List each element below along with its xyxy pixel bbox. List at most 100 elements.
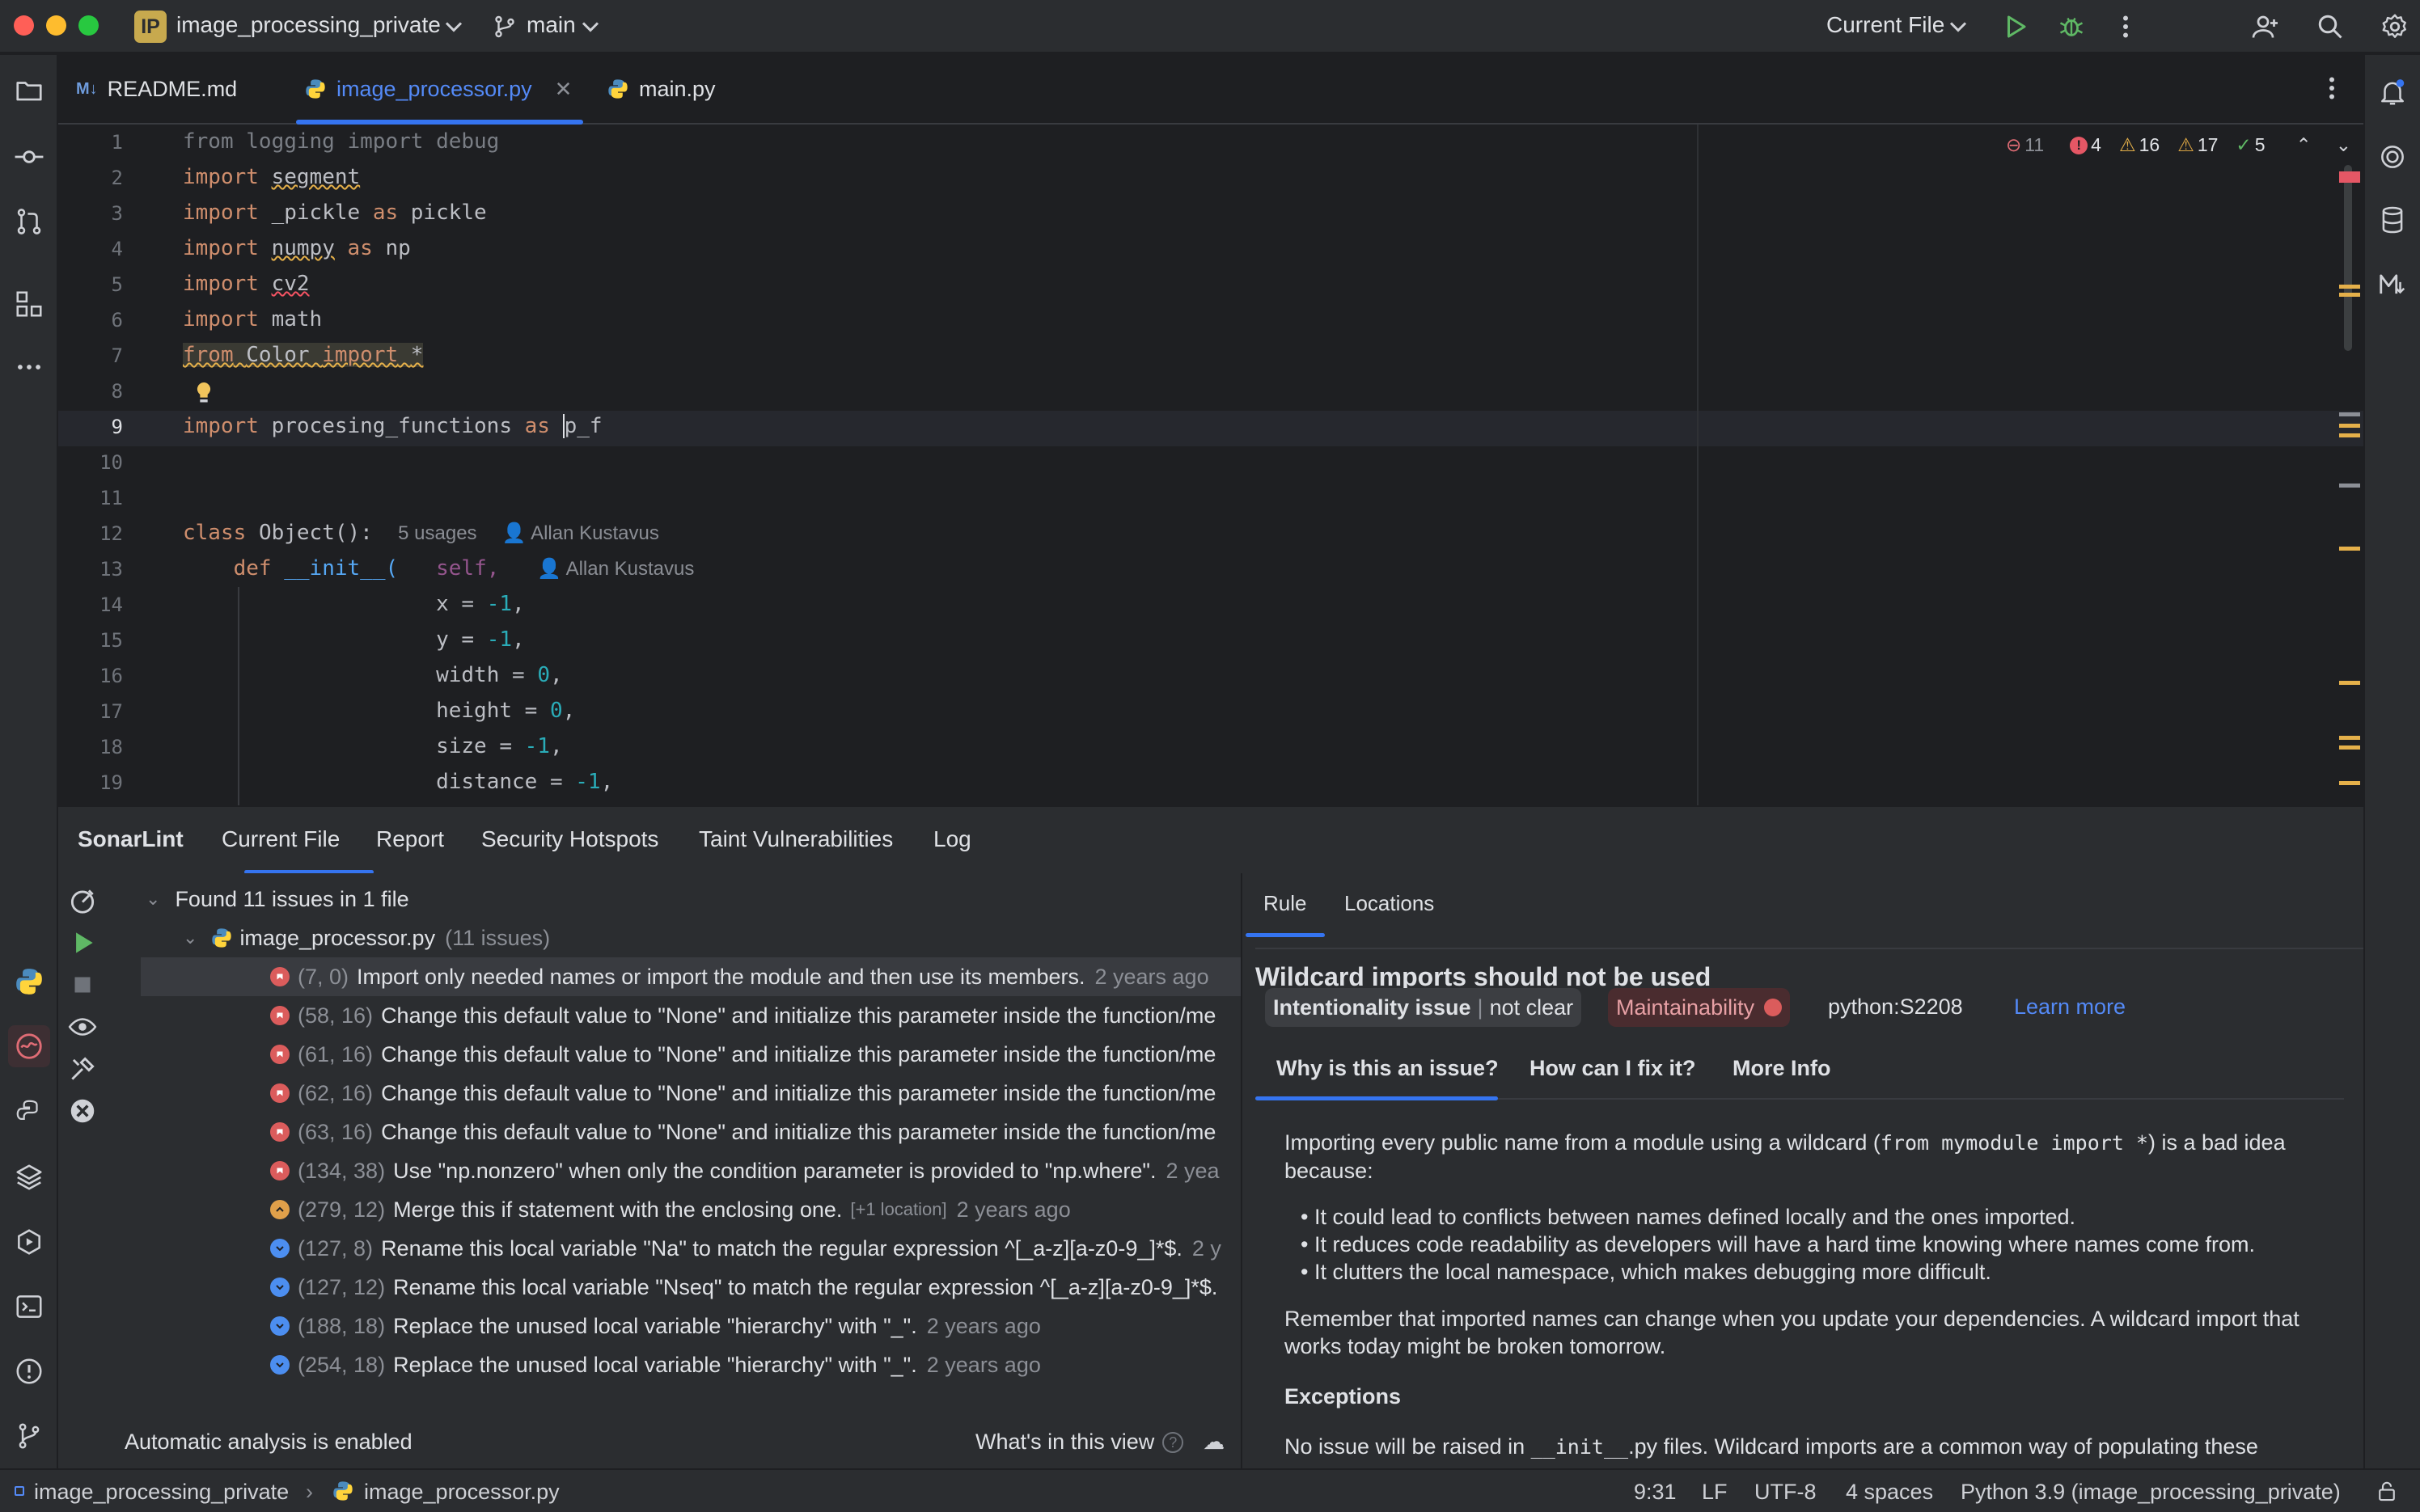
branch-name[interactable]: main [527, 12, 576, 38]
run-icon[interactable] [1998, 10, 2032, 44]
breadcrumb-project[interactable]: image_processing_private [34, 1480, 289, 1505]
more-horizontal-icon[interactable] [8, 346, 50, 388]
terminal-icon[interactable] [8, 1286, 50, 1328]
breadcrumb-file[interactable]: image_processor.py [364, 1480, 560, 1505]
issue-row[interactable]: (127, 8) Rename this local variable "Na" … [141, 1229, 1241, 1268]
issue-row[interactable]: (61, 16) Change this default value to "No… [141, 1035, 1241, 1074]
issue-row[interactable]: (58, 16) Change this default value to "No… [141, 996, 1241, 1035]
chevron-down-icon[interactable] [573, 10, 607, 44]
whats-in-this-view-link[interactable]: What's in this view ? ☁ [975, 1430, 1225, 1455]
services-icon[interactable] [8, 1221, 50, 1263]
issue-row[interactable]: (134, 38) Use "np.nonzero" when only the … [141, 1151, 1241, 1190]
add-user-icon[interactable] [2249, 10, 2282, 44]
learn-more-link[interactable]: Learn more [2014, 995, 2126, 1020]
error-stripe-marker[interactable] [2339, 484, 2360, 488]
tab-main[interactable]: main.py [607, 55, 716, 123]
markdown-preview-icon[interactable] [2371, 264, 2414, 306]
problems-icon[interactable] [8, 1350, 50, 1392]
editor-scrollbar[interactable] [2344, 165, 2352, 351]
code-editor[interactable]: 1 2 3 4 5 6 7 8 9 10 11 12 13 14 15 16 1… [58, 125, 2363, 805]
issue-row[interactable]: (62, 16) Change this default value to "No… [141, 1074, 1241, 1113]
indent-setting[interactable]: 4 spaces [1846, 1480, 1933, 1505]
issue-row[interactable]: (127, 12) Rename this local variable "Nse… [141, 1268, 1241, 1307]
issue-row[interactable]: (7, 0) Import only needed names or import… [141, 957, 1241, 996]
maximize-window-button[interactable] [78, 15, 99, 36]
python-console-icon[interactable] [8, 961, 50, 1003]
python-interpreter[interactable]: Python 3.9 (image_processing_private) [1961, 1480, 2341, 1505]
commit-icon[interactable] [8, 136, 50, 178]
run-configuration[interactable]: Current File [1826, 12, 1944, 38]
python-packages-icon[interactable] [8, 1092, 50, 1134]
analyze-icon[interactable] [66, 885, 99, 917]
issue-row[interactable]: (254, 18) Replace the unused local variab… [141, 1345, 1241, 1384]
error-stripe-marker[interactable] [2339, 547, 2360, 551]
inspection-widget[interactable]: ⊖ 11 ! 4 ⚠ 16 ⚠ 17 ✓ 5 ⌃ ⌄ [2006, 134, 2351, 156]
lock-icon[interactable] [2375, 1480, 2399, 1504]
error-stripe-marker[interactable] [2339, 285, 2360, 289]
error-stripe-marker[interactable] [2339, 781, 2360, 785]
line-separator[interactable]: LF [1702, 1480, 1728, 1505]
run-icon[interactable] [66, 927, 99, 959]
stop-icon[interactable] [66, 969, 99, 1001]
tab-log[interactable]: Log [933, 826, 971, 852]
error-stripe-marker[interactable] [2339, 681, 2360, 685]
tab-current-file[interactable]: Current File [222, 826, 340, 852]
notifications-icon[interactable] [2371, 71, 2414, 113]
more-vertical-icon[interactable] [2315, 71, 2349, 105]
error-stripe-marker[interactable] [2339, 412, 2360, 416]
chevron-down-icon[interactable]: ⌄ [183, 927, 197, 948]
issue-row[interactable]: (279, 12) Merge this if statement with th… [141, 1190, 1241, 1229]
tree-root[interactable]: ⌄ Found 11 issues in 1 file [146, 880, 409, 919]
search-icon[interactable] [2313, 10, 2347, 44]
debug-icon[interactable] [2054, 10, 2088, 44]
git-icon[interactable] [8, 1415, 50, 1457]
clear-icon[interactable] [66, 1095, 99, 1127]
tab-image-processor[interactable]: image_processor.py ✕ [296, 55, 584, 125]
tab-how-to-fix[interactable]: How can I fix it? [1529, 1056, 1696, 1081]
chevron-down-icon[interactable]: ⌄ [146, 889, 160, 910]
settings-gear-icon[interactable] [2378, 10, 2412, 44]
error-stripe-marker[interactable] [2339, 424, 2360, 428]
eye-icon[interactable] [66, 1011, 99, 1043]
error-stripe-marker[interactable] [2339, 171, 2360, 183]
tree-file-node[interactable]: ⌄ image_processor.py (11 issues) [183, 919, 550, 957]
project-folder-icon[interactable] [8, 70, 50, 112]
lightbulb-icon[interactable] [192, 380, 215, 408]
project-badge[interactable]: IP [134, 11, 167, 43]
file-encoding[interactable]: UTF-8 [1754, 1480, 1817, 1505]
issue-row[interactable]: (63, 16) Change this default value to "No… [141, 1113, 1241, 1151]
tab-security-hotspots[interactable]: Security Hotspots [481, 826, 658, 852]
configure-tools-icon[interactable] [66, 1053, 99, 1085]
usages-hint[interactable]: 5 usages [398, 522, 476, 544]
pull-requests-icon[interactable] [8, 201, 50, 243]
close-tab-icon[interactable]: ✕ [555, 77, 573, 102]
tab-readme[interactable]: M↓ README.md [76, 55, 237, 123]
error-stripe-marker[interactable] [2339, 745, 2360, 750]
chevron-down-icon[interactable] [1941, 10, 1975, 44]
error-stripe-marker[interactable] [2339, 433, 2360, 437]
database-icon[interactable] [2371, 199, 2414, 241]
author-hint[interactable]: 👤 Allan Kustavus [537, 558, 694, 580]
minimize-window-button[interactable] [46, 15, 66, 36]
structure-icon[interactable] [8, 283, 50, 325]
tab-why-issue[interactable]: Why is this an issue? [1276, 1056, 1499, 1081]
sonarlint-icon[interactable] [8, 1025, 50, 1067]
author-hint[interactable]: 👤 Allan Kustavus [502, 522, 659, 544]
layers-icon[interactable] [8, 1156, 50, 1198]
next-highlight-icon[interactable]: ⌄ [2336, 134, 2351, 156]
issue-row[interactable]: (188, 18) Replace the unused local variab… [141, 1307, 1241, 1345]
issues-tree[interactable]: ⌄ Found 11 issues in 1 file ⌄ image_proc… [115, 873, 1241, 1468]
error-stripe-marker[interactable] [2339, 736, 2360, 740]
previous-highlight-icon[interactable]: ⌃ [2295, 134, 2311, 156]
caret-position[interactable]: 9:31 [1634, 1480, 1677, 1505]
chevron-down-icon[interactable] [437, 10, 471, 44]
project-name[interactable]: image_processing_private [176, 12, 441, 38]
tab-rule[interactable]: Rule [1263, 891, 1306, 916]
tab-report[interactable]: Report [376, 826, 444, 852]
error-stripe-marker[interactable] [2339, 293, 2360, 297]
tab-more-info[interactable]: More Info [1732, 1056, 1831, 1081]
tab-locations[interactable]: Locations [1344, 891, 1434, 916]
close-window-button[interactable] [14, 15, 34, 36]
ai-assistant-icon[interactable] [2371, 136, 2414, 178]
tab-taint-vulnerabilities[interactable]: Taint Vulnerabilities [699, 826, 893, 852]
